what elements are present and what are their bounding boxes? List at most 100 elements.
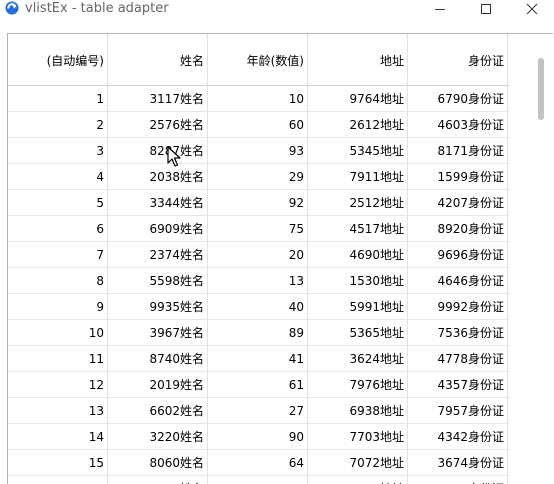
close-button[interactable] xyxy=(509,0,554,18)
cell-idcard: 1599身份证 xyxy=(408,164,508,189)
table-row[interactable]: 3 8287姓名 93 5345地址 8171身份证 xyxy=(8,138,510,164)
cell-address: 5991地址 xyxy=(308,294,408,319)
cell-age: 90 xyxy=(208,424,308,449)
table-row[interactable]: 4 2038姓名 29 7911地址 1599身份证 xyxy=(8,164,510,190)
data-table[interactable]: (自动编号) 姓名 年龄(数值) 地址 身份证 1 3117姓名 10 9764地址 6… xyxy=(8,34,534,484)
cell-id: 9 xyxy=(8,294,108,319)
cell-name: 9935姓名 xyxy=(108,294,208,319)
title-bar[interactable]: vlistEx - table adapter xyxy=(0,0,554,20)
cell-address: 3624地址 xyxy=(308,346,408,371)
cell-name: 3344姓名 xyxy=(108,190,208,215)
table-row[interactable]: 8 5598姓名 13 1530地址 4646身份证 xyxy=(8,268,510,294)
cell-id: 12 xyxy=(8,372,108,397)
cell-address: 7911地址 xyxy=(308,164,408,189)
cell-name: 3967姓名 xyxy=(108,320,208,345)
close-icon xyxy=(526,3,538,15)
cell-age: 38 xyxy=(208,476,308,484)
cell-id: 10 xyxy=(8,320,108,345)
vertical-scrollbar[interactable] xyxy=(534,34,549,484)
table-row[interactable]: 15 8060姓名 64 7072地址 3674身份证 xyxy=(8,450,510,476)
maximize-button[interactable] xyxy=(463,0,509,18)
cell-age: 27 xyxy=(208,398,308,423)
cell-address: 4690地址 xyxy=(308,242,408,267)
minimize-button[interactable] xyxy=(417,0,463,18)
table-row[interactable]: 6 6909姓名 75 4517地址 8920身份证 xyxy=(8,216,510,242)
cell-address: 4517地址 xyxy=(308,216,408,241)
column-header-address[interactable]: 地址 xyxy=(308,34,408,86)
cell-idcard: 9696身份证 xyxy=(408,242,508,267)
cell-id: 5 xyxy=(8,190,108,215)
cell-idcard: 8171身份证 xyxy=(408,138,508,163)
cell-idcard: 6790身份证 xyxy=(408,86,508,111)
column-header-name[interactable]: 姓名 xyxy=(108,34,208,86)
cell-address: 7072地址 xyxy=(308,450,408,475)
cell-name: 5123姓名 xyxy=(108,476,208,484)
window-title: vlistEx - table adapter xyxy=(25,1,169,16)
table-header: (自动编号) 姓名 年龄(数值) 地址 身份证 xyxy=(8,34,510,86)
cell-age: 93 xyxy=(208,138,308,163)
cell-idcard: 4646身份证 xyxy=(408,268,508,293)
cell-idcard: 6218身份证 xyxy=(408,476,508,484)
table-row[interactable]: 10 3967姓名 89 5365地址 7536身份证 xyxy=(8,320,510,346)
table-row[interactable]: 165123姓名382286地址6218身份证 xyxy=(8,476,510,484)
cell-age: 61 xyxy=(208,372,308,397)
cell-age: 75 xyxy=(208,216,308,241)
column-header-age[interactable]: 年龄(数值) xyxy=(208,34,308,86)
cell-idcard: 4778身份证 xyxy=(408,346,508,371)
table-row[interactable]: 11 8740姓名 41 3624地址 4778身份证 xyxy=(8,346,510,372)
cell-address: 5365地址 xyxy=(308,320,408,345)
cell-id: 4 xyxy=(8,164,108,189)
cell-address: 7976地址 xyxy=(308,372,408,397)
column-header-id[interactable]: (自动编号) xyxy=(8,34,108,86)
cell-name: 2374姓名 xyxy=(108,242,208,267)
cell-name: 8740姓名 xyxy=(108,346,208,371)
cell-age: 64 xyxy=(208,450,308,475)
scrollbar-thumb[interactable] xyxy=(538,58,544,120)
cell-address: 2612地址 xyxy=(308,112,408,137)
cell-idcard: 7957身份证 xyxy=(408,398,508,423)
cell-age: 60 xyxy=(208,112,308,137)
cell-id: 7 xyxy=(8,242,108,267)
cell-age: 10 xyxy=(208,86,308,111)
table-row[interactable]: 7 2374姓名 20 4690地址 9696身份证 xyxy=(8,242,510,268)
cell-idcard: 4342身份证 xyxy=(408,424,508,449)
table-row[interactable]: 13 6602姓名 27 6938地址 7957身份证 xyxy=(8,398,510,424)
cell-address: 2512地址 xyxy=(308,190,408,215)
cell-address: 5345地址 xyxy=(308,138,408,163)
cell-age: 40 xyxy=(208,294,308,319)
cell-id: 8 xyxy=(8,268,108,293)
mouse-cursor-icon xyxy=(167,146,181,167)
cell-name: 2576姓名 xyxy=(108,112,208,137)
cell-address: 7703地址 xyxy=(308,424,408,449)
cell-address: 2286地址 xyxy=(308,476,408,484)
cell-address: 1530地址 xyxy=(308,268,408,293)
cell-id: 15 xyxy=(8,450,108,475)
cell-id: 13 xyxy=(8,398,108,423)
maximize-icon xyxy=(481,4,491,14)
cell-id: 3 xyxy=(8,138,108,163)
cell-age: 29 xyxy=(208,164,308,189)
table-row[interactable]: 12 2019姓名 61 7976地址 4357身份证 xyxy=(8,372,510,398)
cell-name: 5598姓名 xyxy=(108,268,208,293)
minimize-icon xyxy=(435,9,445,10)
table-row[interactable]: 1 3117姓名 10 9764地址 6790身份证 xyxy=(8,86,510,112)
cell-age: 92 xyxy=(208,190,308,215)
table-body: 1 3117姓名 10 9764地址 6790身份证 2 2576姓名 60 2612地址 460… xyxy=(8,86,510,484)
cell-name: 2038姓名 xyxy=(108,164,208,189)
cell-idcard: 8920身份证 xyxy=(408,216,508,241)
cell-age: 41 xyxy=(208,346,308,371)
cell-age: 20 xyxy=(208,242,308,267)
cell-idcard: 7536身份证 xyxy=(408,320,508,345)
cell-id: 6 xyxy=(8,216,108,241)
cell-idcard: 3674身份证 xyxy=(408,450,508,475)
cell-id: 14 xyxy=(8,424,108,449)
table-row[interactable]: 14 3220姓名 90 7703地址 4342身份证 xyxy=(8,424,510,450)
cell-name: 8060姓名 xyxy=(108,450,208,475)
cell-idcard: 4207身份证 xyxy=(408,190,508,215)
column-header-idcard[interactable]: 身份证 xyxy=(408,34,508,86)
table-row[interactable]: 5 3344姓名 92 2512地址 4207身份证 xyxy=(8,190,510,216)
cell-name: 6909姓名 xyxy=(108,216,208,241)
table-row[interactable]: 2 2576姓名 60 2612地址 4603身份证 xyxy=(8,112,510,138)
cell-id: 2 xyxy=(8,112,108,137)
table-row[interactable]: 9 9935姓名 40 5991地址 9992身份证 xyxy=(8,294,510,320)
